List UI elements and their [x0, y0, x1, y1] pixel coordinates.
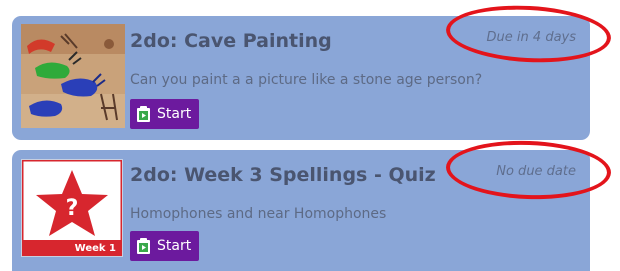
start-button-label: Start [157, 238, 192, 254]
cave-painting-thumbnail [21, 24, 125, 128]
assignment-description: Homophones and near Homophones [130, 206, 387, 222]
assignment-title[interactable]: 2do: Cave Painting [130, 30, 332, 52]
quiz-thumbnail: ? Week 1 [21, 159, 123, 257]
start-button-label: Start [157, 106, 192, 122]
quiz-week-label: Week 1 [74, 243, 116, 254]
start-button[interactable]: Start [130, 99, 200, 129]
start-button[interactable]: Start [130, 231, 200, 261]
assignment-description: Can you paint a a picture like a stone a… [130, 72, 483, 88]
svg-text:?: ? [66, 196, 79, 221]
assignment-title[interactable]: 2do: Week 3 Spellings - Quiz [130, 164, 436, 186]
start-icon [136, 237, 151, 255]
start-icon [136, 105, 151, 123]
